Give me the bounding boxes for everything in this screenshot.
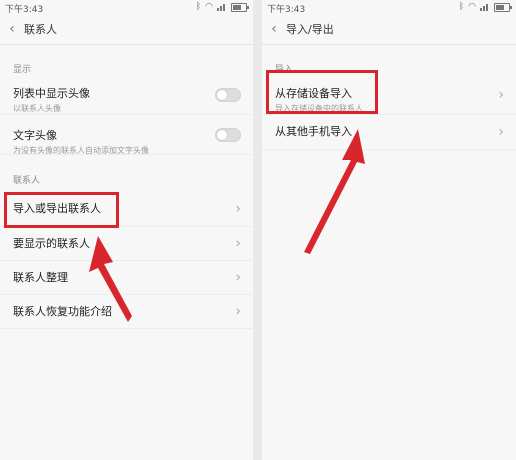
left-screen: 下午3:43 ᛒ ◠ ‹ 联系人 显示 列表中显示头像 以联系人头像 文字头像 … bbox=[0, 0, 253, 460]
annotation-arrow bbox=[89, 236, 132, 322]
annotation-arrow bbox=[304, 129, 365, 254]
right-screen: 下午3:43 ᛒ ◠ ‹ 导入/导出 导入 从存储设备导入 导入存储设备中的联系… bbox=[262, 0, 516, 460]
